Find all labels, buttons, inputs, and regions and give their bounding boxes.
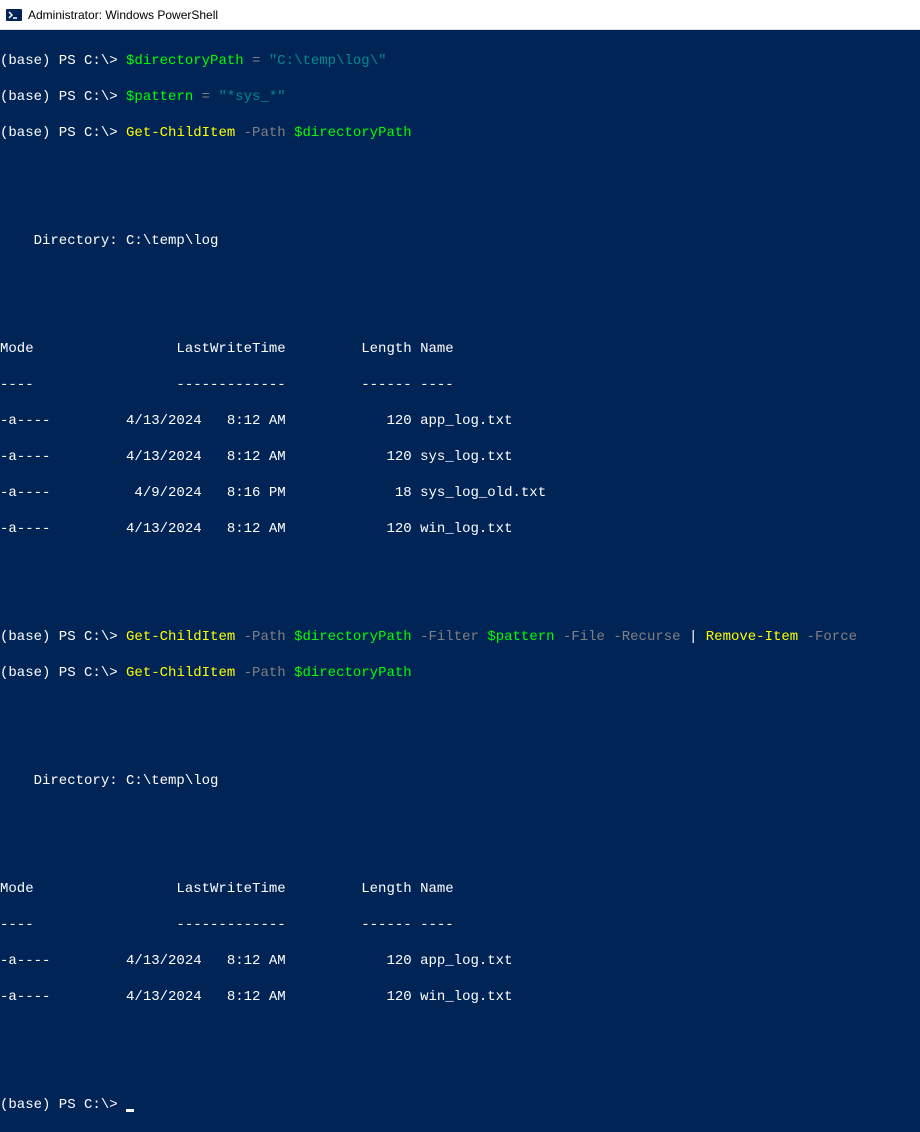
prompt-prefix: (base) PS C:\> xyxy=(0,1097,118,1113)
blank-line xyxy=(0,808,920,826)
blank-line xyxy=(0,556,920,574)
string-literal: "*sys_*" xyxy=(218,89,285,105)
table-row: -a---- 4/13/2024 8:12 AM 120 win_log.txt xyxy=(0,520,920,538)
prompt-prefix: (base) PS C:\> xyxy=(0,125,118,141)
command-line: (base) PS C:\> $directoryPath = "C:\temp… xyxy=(0,52,920,70)
blank-line xyxy=(0,736,920,754)
directory-line: Directory: C:\temp\log xyxy=(0,232,920,250)
blank-line xyxy=(0,160,920,178)
cmdlet: Get-ChildItem xyxy=(126,629,235,645)
command-line: (base) PS C:\> Get-ChildItem -Path $dire… xyxy=(0,664,920,682)
variable: $pattern xyxy=(487,629,554,645)
table-row: -a---- 4/13/2024 8:12 AM 120 sys_log.txt xyxy=(0,448,920,466)
table-header: Mode LastWriteTime Length Name xyxy=(0,340,920,358)
cmdlet: Get-ChildItem xyxy=(126,665,235,681)
table-divider: ---- ------------- ------ ---- xyxy=(0,916,920,934)
command-line: (base) PS C:\> Get-ChildItem -Path $dire… xyxy=(0,628,920,646)
table-row: -a---- 4/13/2024 8:12 AM 120 app_log.txt xyxy=(0,952,920,970)
blank-line xyxy=(0,592,920,610)
operator: = xyxy=(193,89,218,105)
flag: -Filter xyxy=(412,629,488,645)
table-row: -a---- 4/13/2024 8:12 AM 120 app_log.txt xyxy=(0,412,920,430)
blank-line xyxy=(0,304,920,322)
cmdlet: Get-ChildItem xyxy=(126,125,235,141)
blank-line xyxy=(0,844,920,862)
operator: = xyxy=(244,53,269,69)
table-row: -a---- 4/9/2024 8:16 PM 18 sys_log_old.t… xyxy=(0,484,920,502)
pipe: | xyxy=(689,629,697,645)
table-header: Mode LastWriteTime Length Name xyxy=(0,880,920,898)
cursor xyxy=(126,1109,134,1112)
flag: -Path xyxy=(235,665,294,681)
variable: $directoryPath xyxy=(294,125,412,141)
window-title: Administrator: Windows PowerShell xyxy=(28,8,218,22)
blank-line xyxy=(0,196,920,214)
prompt-prefix: (base) PS C:\> xyxy=(0,53,118,69)
table-row: -a---- 4/13/2024 8:12 AM 120 win_log.txt xyxy=(0,988,920,1006)
flag: -Path xyxy=(235,125,294,141)
variable: $directoryPath xyxy=(294,629,412,645)
string-literal: "C:\temp\log\" xyxy=(269,53,387,69)
flag: -Force xyxy=(798,629,857,645)
window-titlebar[interactable]: Administrator: Windows PowerShell xyxy=(0,0,920,30)
blank-line xyxy=(0,268,920,286)
terminal-output[interactable]: (base) PS C:\> $directoryPath = "C:\temp… xyxy=(0,30,920,1132)
prompt-prefix: (base) PS C:\> xyxy=(0,89,118,105)
directory-line: Directory: C:\temp\log xyxy=(0,772,920,790)
command-line: (base) PS C:\> Get-ChildItem -Path $dire… xyxy=(0,124,920,142)
prompt-line[interactable]: (base) PS C:\> xyxy=(0,1096,920,1114)
variable: $pattern xyxy=(126,89,193,105)
variable: $directoryPath xyxy=(126,53,244,69)
command-line: (base) PS C:\> $pattern = "*sys_*" xyxy=(0,88,920,106)
cmdlet: Remove-Item xyxy=(697,629,798,645)
prompt-prefix: (base) PS C:\> xyxy=(0,665,118,681)
table-divider: ---- ------------- ------ ---- xyxy=(0,376,920,394)
prompt-prefix: (base) PS C:\> xyxy=(0,629,118,645)
flag: -Path xyxy=(235,629,294,645)
flag: -File -Recurse xyxy=(555,629,689,645)
variable: $directoryPath xyxy=(294,665,412,681)
blank-line xyxy=(0,1060,920,1078)
blank-line xyxy=(0,700,920,718)
powershell-icon xyxy=(6,7,22,23)
blank-line xyxy=(0,1024,920,1042)
